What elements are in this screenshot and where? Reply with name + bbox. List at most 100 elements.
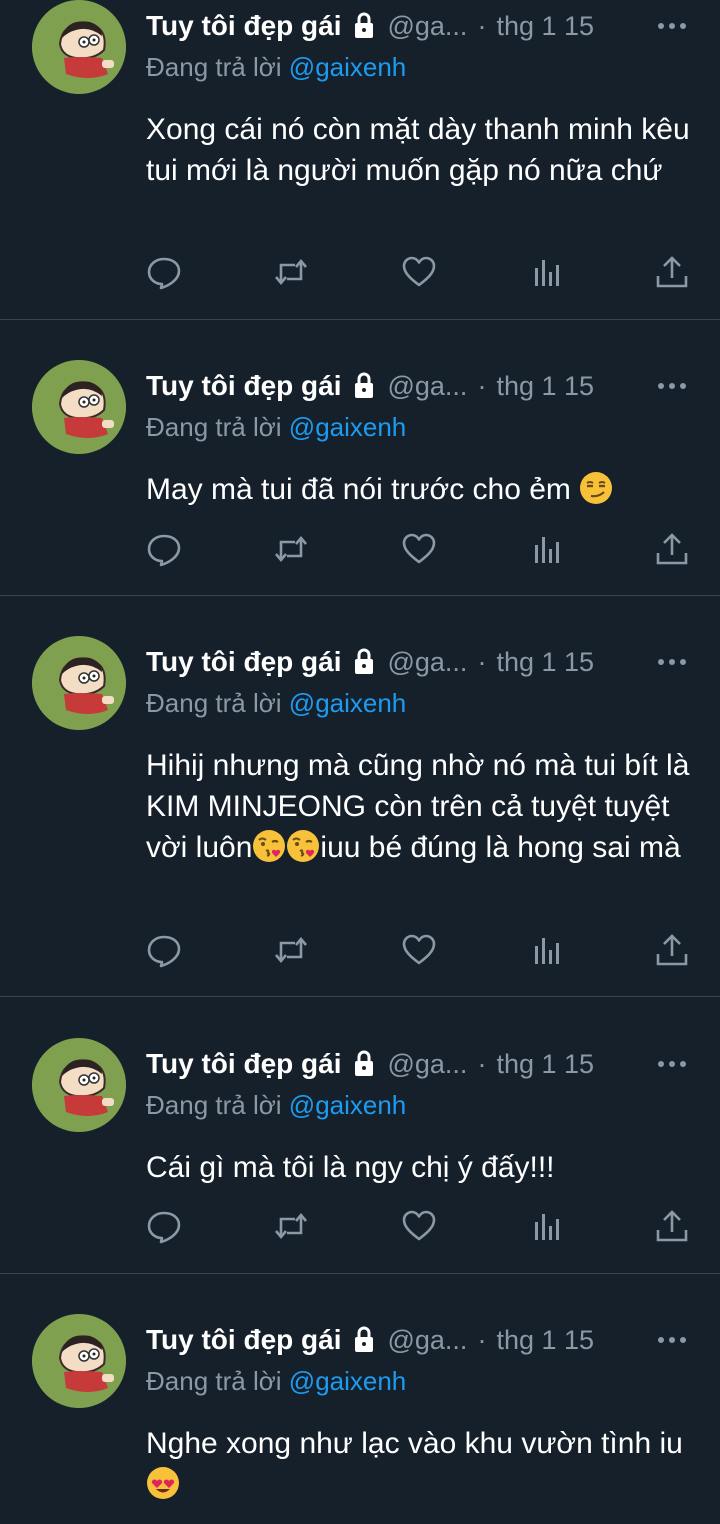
- separator-dot: ·: [477, 370, 487, 401]
- reply-context: Đang trả lời @gaixenh: [146, 412, 406, 443]
- analytics-icon[interactable]: [530, 932, 566, 968]
- analytics-icon[interactable]: [530, 254, 566, 290]
- reply-icon[interactable]: [146, 1208, 182, 1244]
- reply-icon[interactable]: [146, 531, 182, 567]
- more-icon[interactable]: [656, 1050, 688, 1078]
- lock-icon: [353, 648, 375, 676]
- share-icon[interactable]: [654, 254, 690, 290]
- more-icon[interactable]: [656, 372, 688, 400]
- reply-icon[interactable]: [146, 254, 182, 290]
- reply-context: Đang trả lời @gaixenh: [146, 688, 406, 719]
- user-handle[interactable]: @ga...: [387, 1325, 467, 1356]
- timestamp[interactable]: thg 1 15: [496, 1325, 594, 1356]
- reply-prefix: Đang trả lời: [146, 412, 282, 442]
- analytics-icon[interactable]: [530, 1208, 566, 1244]
- tweet[interactable]: Tuy tôi đẹp gái @ga... · thg 1 15 Đang t…: [0, 1314, 720, 1524]
- timestamp[interactable]: thg 1 15: [496, 647, 594, 678]
- reply-prefix: Đang trả lời: [146, 1366, 282, 1396]
- timestamp[interactable]: thg 1 15: [496, 1049, 594, 1080]
- lock-icon: [353, 1326, 375, 1354]
- tweet-text-part: May mà tui đã nói trước cho ẻm: [146, 473, 580, 506]
- tweet-text-part: Cái gì mà tôi là ngy chị ý đấy!!!: [146, 1151, 555, 1184]
- reply-prefix: Đang trả lời: [146, 1090, 282, 1120]
- reply-context: Đang trả lời @gaixenh: [146, 1090, 406, 1121]
- tweet-text: Xong cái nó còn mặt dày thanh minh kêu t…: [146, 109, 702, 191]
- reply-icon[interactable]: [146, 932, 182, 968]
- tweet-text-part: iuu bé đúng là hong sai mà: [320, 831, 681, 864]
- like-icon[interactable]: [401, 531, 437, 567]
- avatar[interactable]: [32, 1314, 126, 1408]
- lock-icon: [353, 372, 375, 400]
- reply-handle-link[interactable]: @gaixenh: [289, 1090, 406, 1120]
- user-handle[interactable]: @ga...: [387, 371, 467, 402]
- share-icon[interactable]: [654, 932, 690, 968]
- display-name[interactable]: Tuy tôi đẹp gái: [146, 646, 341, 678]
- timestamp[interactable]: thg 1 15: [496, 371, 594, 402]
- tweet-text: May mà tui đã nói trước cho ẻm: [146, 469, 702, 510]
- more-icon[interactable]: [656, 1326, 688, 1354]
- display-name[interactable]: Tuy tôi đẹp gái: [146, 10, 341, 42]
- retweet-icon[interactable]: [273, 1208, 309, 1244]
- tweet-header: Tuy tôi đẹp gái @ga... · thg 1 15: [146, 1044, 696, 1084]
- retweet-icon[interactable]: [273, 254, 309, 290]
- like-icon[interactable]: [401, 254, 437, 290]
- avatar[interactable]: [32, 360, 126, 454]
- divider: [0, 996, 720, 997]
- user-handle[interactable]: @ga...: [387, 11, 467, 42]
- like-icon[interactable]: [401, 932, 437, 968]
- retweet-icon[interactable]: [273, 932, 309, 968]
- separator-dot: ·: [477, 646, 487, 677]
- separator-dot: ·: [477, 10, 487, 41]
- reply-prefix: Đang trả lời: [146, 52, 282, 82]
- avatar[interactable]: [32, 636, 126, 730]
- tweet-text: Cái gì mà tôi là ngy chị ý đấy!!!: [146, 1147, 702, 1188]
- display-name[interactable]: Tuy tôi đẹp gái: [146, 1048, 341, 1080]
- action-bar: [146, 254, 692, 290]
- avatar[interactable]: [32, 0, 126, 94]
- action-bar: [146, 932, 692, 968]
- tweet-text-part: Nghe xong như lạc vào khu vườn tình iu: [146, 1427, 683, 1460]
- tweet-text: Hihij nhưng mà cũng nhờ nó mà tui bít là…: [146, 745, 702, 868]
- reply-handle-link[interactable]: @gaixenh: [289, 1366, 406, 1396]
- tweet[interactable]: Tuy tôi đẹp gái @ga... · thg 1 15 Đang t…: [0, 1038, 720, 1273]
- like-icon[interactable]: [401, 1208, 437, 1244]
- analytics-icon[interactable]: [530, 531, 566, 567]
- reply-handle-link[interactable]: @gaixenh: [289, 52, 406, 82]
- tweet-text: Nghe xong như lạc vào khu vườn tình iu: [146, 1423, 702, 1505]
- display-name[interactable]: Tuy tôi đẹp gái: [146, 370, 341, 402]
- kissing-heart-emoji: [286, 829, 320, 863]
- smirk-emoji: [579, 471, 613, 505]
- reply-prefix: Đang trả lời: [146, 688, 282, 718]
- tweet-header: Tuy tôi đẹp gái @ga... · thg 1 15: [146, 366, 696, 406]
- kissing-heart-emoji: [252, 829, 286, 863]
- tweet[interactable]: Tuy tôi đẹp gái @ga... · thg 1 15 Đang t…: [0, 0, 720, 320]
- tweet[interactable]: Tuy tôi đẹp gái @ga... · thg 1 15 Đang t…: [0, 636, 720, 996]
- lock-icon: [353, 12, 375, 40]
- divider: [0, 1273, 720, 1274]
- tweet-text-part: Xong cái nó còn mặt dày thanh minh kêu t…: [146, 113, 690, 187]
- reply-context: Đang trả lời @gaixenh: [146, 1366, 406, 1397]
- user-handle[interactable]: @ga...: [387, 647, 467, 678]
- divider: [0, 319, 720, 320]
- retweet-icon[interactable]: [273, 531, 309, 567]
- tweet-header: Tuy tôi đẹp gái @ga... · thg 1 15: [146, 1320, 696, 1360]
- action-bar: [146, 531, 692, 567]
- user-handle[interactable]: @ga...: [387, 1049, 467, 1080]
- separator-dot: ·: [477, 1048, 487, 1079]
- reply-handle-link[interactable]: @gaixenh: [289, 412, 406, 442]
- share-icon[interactable]: [654, 1208, 690, 1244]
- reply-handle-link[interactable]: @gaixenh: [289, 688, 406, 718]
- divider: [0, 595, 720, 596]
- tweet[interactable]: Tuy tôi đẹp gái @ga... · thg 1 15 Đang t…: [0, 360, 720, 595]
- more-icon[interactable]: [656, 648, 688, 676]
- reply-context: Đang trả lời @gaixenh: [146, 52, 406, 83]
- avatar[interactable]: [32, 1038, 126, 1132]
- display-name[interactable]: Tuy tôi đẹp gái: [146, 1324, 341, 1356]
- more-icon[interactable]: [656, 12, 688, 40]
- lock-icon: [353, 1050, 375, 1078]
- action-bar: [146, 1208, 692, 1244]
- separator-dot: ·: [477, 1324, 487, 1355]
- share-icon[interactable]: [654, 531, 690, 567]
- timestamp[interactable]: thg 1 15: [496, 11, 594, 42]
- heart-eyes-emoji: [146, 1466, 180, 1500]
